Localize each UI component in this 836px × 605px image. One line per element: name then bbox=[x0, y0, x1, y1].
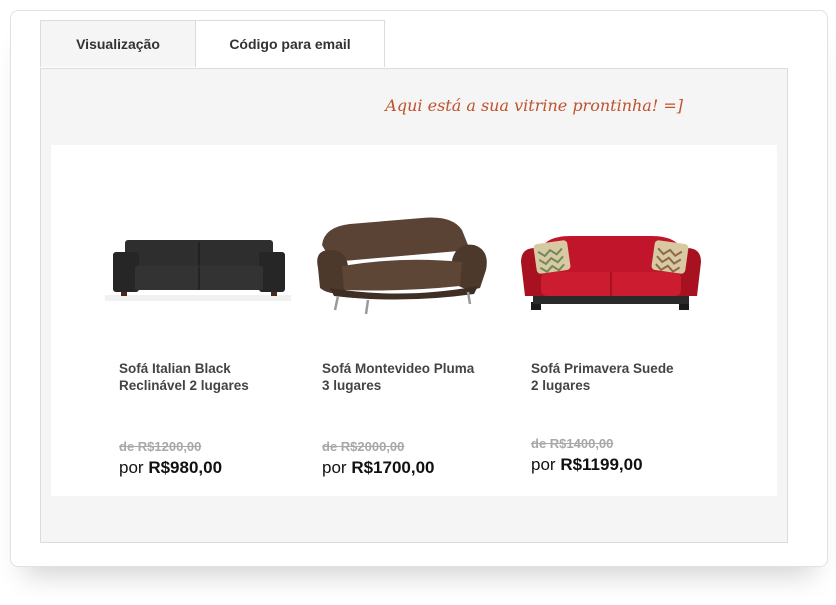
sofa-red-image[interactable] bbox=[511, 200, 711, 330]
product-card[interactable]: Sofá Montevideo Pluma 3 lugares de R$200… bbox=[302, 145, 502, 496]
product-name: Sofá Montevideo Pluma 3 lugares bbox=[322, 361, 475, 393]
price-value: R$1700,00 bbox=[351, 458, 435, 477]
tab-email-code[interactable]: Código para email bbox=[195, 20, 385, 67]
product-card[interactable]: Sofá Italian Black Reclinável 2 lugares … bbox=[99, 145, 299, 496]
preview-panel: Aqui está a sua vitrine prontinha! =] So… bbox=[40, 68, 788, 543]
price-value: R$1199,00 bbox=[560, 455, 643, 474]
product-name: Sofá Primavera Suede 2 lugares bbox=[531, 361, 674, 393]
product-card[interactable]: Sofá Primavera Suede 2 lugares de R$1400… bbox=[511, 145, 711, 496]
tagline: Aqui está a sua vitrine prontinha! =] bbox=[385, 96, 683, 115]
price-value: R$980,00 bbox=[148, 458, 223, 477]
tab-preview-label: Visualização bbox=[76, 36, 160, 52]
product-showcase: Sofá Italian Black Reclinável 2 lugares … bbox=[51, 145, 777, 496]
price-prefix: por bbox=[531, 455, 556, 474]
old-price: de R$2000,00 bbox=[322, 439, 405, 454]
sofa-black-image[interactable] bbox=[99, 200, 299, 330]
new-price: por R$980,00 bbox=[119, 458, 222, 478]
price-prefix: por bbox=[119, 458, 144, 477]
old-price: de R$1400,00 bbox=[531, 436, 614, 451]
new-price: por R$1700,00 bbox=[322, 458, 435, 478]
tab-email-code-label: Código para email bbox=[229, 36, 351, 52]
sofa-brown-image[interactable] bbox=[302, 200, 502, 330]
old-price: de R$1200,00 bbox=[119, 439, 202, 454]
tab-preview[interactable]: Visualização bbox=[40, 20, 196, 67]
new-price: por R$1199,00 bbox=[531, 455, 643, 475]
product-name: Sofá Italian Black Reclinável 2 lugares bbox=[119, 361, 249, 393]
price-prefix: por bbox=[322, 458, 347, 477]
